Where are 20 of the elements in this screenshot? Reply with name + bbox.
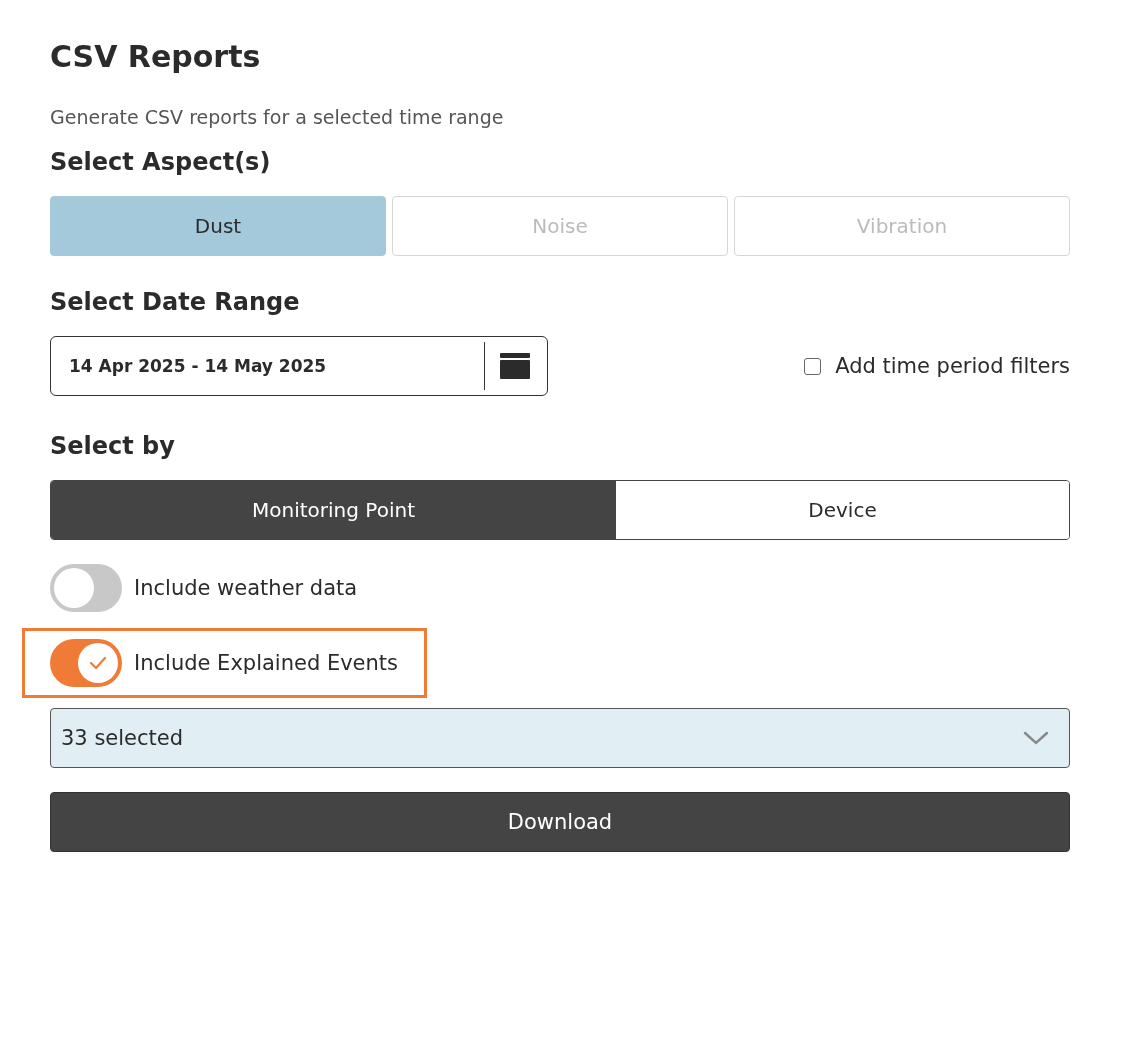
checkmark-icon — [88, 655, 108, 671]
chevron-down-icon — [1023, 731, 1049, 745]
section-heading: Select Aspect(s) — [50, 147, 272, 178]
multiselect-dropdown[interactable]: 33 selected — [50, 708, 1070, 768]
section-heading: Select Date Range — [50, 287, 301, 318]
calendar-icon[interactable] — [500, 353, 530, 379]
toggle-label: Include Explained Events — [134, 651, 399, 675]
aspect-button[interactable]: Dust — [50, 196, 386, 256]
page-subtitle: Generate CSV reports for a selected time range — [50, 105, 505, 130]
checkbox-label: Add time period filters — [835, 354, 1070, 378]
toggle-switch[interactable] — [50, 639, 122, 687]
toggle-switch[interactable] — [50, 564, 122, 612]
page-title: CSV Reports — [50, 38, 262, 76]
date-range-field[interactable]: 14 Apr 2025 - 14 May 2025 — [50, 336, 548, 396]
checkbox[interactable] — [804, 357, 822, 375]
segment-tab[interactable]: Monitoring Point — [51, 481, 616, 539]
segmented-control[interactable]: Monitoring Point Device — [50, 480, 1070, 540]
toggle-label: Include weather data — [134, 576, 358, 600]
download-button[interactable]: Download — [50, 792, 1070, 852]
section-heading: Select by — [50, 431, 176, 462]
